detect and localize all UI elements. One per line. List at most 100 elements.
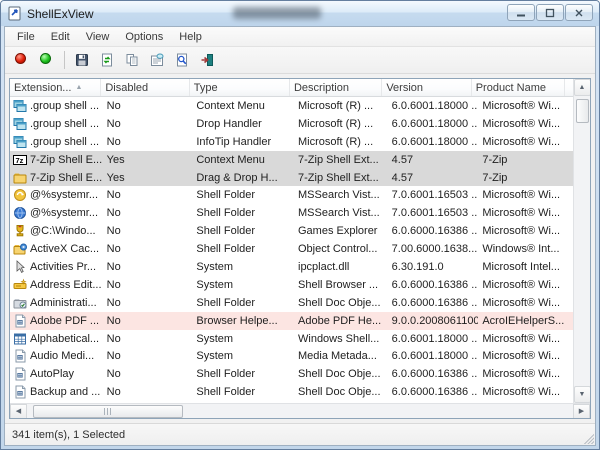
table-row[interactable]: Administrati... No Shell Folder Shell Do… bbox=[10, 294, 573, 312]
table-row[interactable]: .group shell ... No Drop Handler Microso… bbox=[10, 115, 573, 133]
grid-table-icon bbox=[13, 332, 27, 346]
table-row[interactable]: 7z7-Zip Shell E... Yes Context Menu 7-Zi… bbox=[10, 151, 573, 169]
disabled-value: No bbox=[103, 136, 193, 148]
folder-icon bbox=[13, 171, 27, 185]
scroll-right-icon[interactable]: ▶ bbox=[573, 404, 590, 419]
column-header-extension[interactable]: Extension... ▲ bbox=[10, 79, 101, 96]
type-value: Context Menu bbox=[192, 100, 294, 112]
description-value: Shell Doc Obje... bbox=[294, 368, 388, 380]
table-row[interactable]: Alphabetical... No System Windows Shell.… bbox=[10, 330, 573, 348]
green-circle-icon bbox=[40, 53, 54, 67]
horizontal-scrollbar[interactable]: ◀ ▶ bbox=[10, 403, 590, 418]
statusbar-text: 341 item(s), 1 Selected bbox=[12, 429, 125, 441]
table-row[interactable]: @C:\Windo... No Shell Folder Games Explo… bbox=[10, 222, 573, 240]
table-row[interactable]: Backup and ... No Shell Folder Shell Doc… bbox=[10, 383, 573, 401]
table-row[interactable]: @%systemr... No Shell Folder MSSearch Vi… bbox=[10, 204, 573, 222]
version-value: 6.0.6001.18000 ... bbox=[388, 333, 479, 345]
refresh-icon bbox=[100, 53, 114, 67]
save-button[interactable] bbox=[71, 49, 93, 71]
sync-icon bbox=[13, 188, 27, 202]
network-globe-icon bbox=[13, 206, 27, 220]
product-name-value: Microsoft® Wi... bbox=[478, 350, 573, 362]
maximize-button[interactable] bbox=[536, 4, 564, 21]
extension-name: Audio Medi... bbox=[30, 350, 94, 362]
menu-view[interactable]: View bbox=[78, 29, 118, 45]
report-button[interactable] bbox=[171, 49, 193, 71]
save-icon bbox=[75, 53, 89, 67]
version-value: 6.0.6001.18000 ... bbox=[388, 136, 479, 148]
table-row[interactable]: Audio Medi... No System Media Metada... … bbox=[10, 347, 573, 365]
table-row[interactable]: @%systemr... No Shell Folder MSSearch Vi… bbox=[10, 186, 573, 204]
version-value: 4.57 bbox=[388, 154, 479, 166]
refresh-button[interactable] bbox=[96, 49, 118, 71]
trophy-icon bbox=[13, 224, 27, 238]
table-row[interactable]: Address Edit... No System Shell Browser … bbox=[10, 276, 573, 294]
table-row[interactable]: Activities Pr... No System ipcplact.dll … bbox=[10, 258, 573, 276]
resize-grip-icon[interactable] bbox=[582, 432, 594, 444]
close-button[interactable] bbox=[565, 4, 593, 21]
product-name-value: Microsoft® Wi... bbox=[478, 225, 573, 237]
type-value: Drop Handler bbox=[192, 118, 294, 130]
column-header-product-name[interactable]: Product Name bbox=[472, 79, 565, 96]
disabled-value: No bbox=[103, 333, 193, 345]
column-header-type[interactable]: Type bbox=[190, 79, 290, 96]
column-header-version[interactable]: Version bbox=[382, 79, 471, 96]
table-row[interactable]: ActiveX Cac... No Shell Folder Object Co… bbox=[10, 240, 573, 258]
menu-file[interactable]: File bbox=[9, 29, 43, 45]
vertical-scrollbar[interactable]: ▲ ▼ bbox=[573, 79, 590, 403]
description-value: Microsoft (R) ... bbox=[294, 100, 388, 112]
disabled-value: No bbox=[103, 261, 193, 273]
extension-name: Administrati... bbox=[30, 297, 97, 309]
version-value: 6.0.6000.16386 ... bbox=[388, 279, 479, 291]
properties-button[interactable] bbox=[146, 49, 168, 71]
version-value: 7.00.6000.1638... bbox=[388, 243, 479, 255]
extension-name: Activities Pr... bbox=[30, 261, 96, 273]
scroll-down-icon[interactable]: ▼ bbox=[574, 386, 591, 403]
extension-name: 7-Zip Shell E... bbox=[30, 172, 102, 184]
description-value: Shell Doc Obje... bbox=[294, 297, 388, 309]
product-name-value: AcroIEHelperS... bbox=[478, 315, 573, 327]
table-row[interactable]: 7-Zip Shell E... Yes Drag & Drop H... 7-… bbox=[10, 169, 573, 187]
properties-icon bbox=[150, 53, 164, 67]
product-name-value: Microsoft® Wi... bbox=[478, 297, 573, 309]
enable-selected-button[interactable] bbox=[36, 49, 58, 71]
product-name-value: Microsoft® Wi... bbox=[478, 333, 573, 345]
table-row[interactable]: AutoPlay No Shell Folder Shell Doc Obje.… bbox=[10, 365, 573, 383]
statusbar: 341 item(s), 1 Selected bbox=[5, 423, 595, 445]
menu-options[interactable]: Options bbox=[117, 29, 171, 45]
extension-name: ActiveX Cac... bbox=[30, 243, 99, 255]
copy-button[interactable] bbox=[121, 49, 143, 71]
description-value: Adobe PDF He... bbox=[294, 315, 388, 327]
disabled-value: Yes bbox=[103, 154, 193, 166]
shell-windows-icon bbox=[13, 135, 27, 149]
disabled-value: No bbox=[103, 243, 193, 255]
extension-name: Alphabetical... bbox=[30, 333, 99, 345]
sort-ascending-icon: ▲ bbox=[75, 84, 82, 91]
dll-icon bbox=[13, 314, 27, 328]
dll-icon bbox=[13, 349, 27, 363]
column-header-description[interactable]: Description bbox=[290, 79, 382, 96]
close-icon bbox=[574, 8, 584, 18]
table-row[interactable]: Adobe PDF ... No Browser Helpe... Adobe … bbox=[10, 312, 573, 330]
menu-edit[interactable]: Edit bbox=[43, 29, 78, 45]
menu-help[interactable]: Help bbox=[171, 29, 210, 45]
cursor-icon bbox=[13, 260, 27, 274]
minimize-button[interactable] bbox=[507, 4, 535, 21]
disable-selected-button[interactable] bbox=[11, 49, 33, 71]
disabled-value: No bbox=[103, 279, 193, 291]
table-row[interactable]: .group shell ... No InfoTip Handler Micr… bbox=[10, 133, 573, 151]
listview-header: Extension... ▲ Disabled Type Description… bbox=[10, 79, 590, 97]
product-name-value: Microsoft® Wi... bbox=[478, 100, 573, 112]
description-value: Shell Browser ... bbox=[294, 279, 388, 291]
horizontal-scrollbar-thumb[interactable] bbox=[33, 405, 183, 418]
extension-name: .group shell ... bbox=[30, 118, 99, 130]
description-value: Object Control... bbox=[294, 243, 388, 255]
table-row[interactable]: .group shell ... No Context Menu Microso… bbox=[10, 97, 573, 115]
description-value: Windows Shell... bbox=[294, 333, 388, 345]
exit-button[interactable] bbox=[196, 49, 218, 71]
vertical-scrollbar-thumb[interactable] bbox=[576, 99, 589, 123]
column-header-disabled[interactable]: Disabled bbox=[101, 79, 189, 96]
scroll-left-icon[interactable]: ◀ bbox=[10, 404, 27, 419]
scroll-up-icon[interactable]: ▲ bbox=[574, 79, 591, 96]
type-value: Shell Folder bbox=[192, 243, 294, 255]
